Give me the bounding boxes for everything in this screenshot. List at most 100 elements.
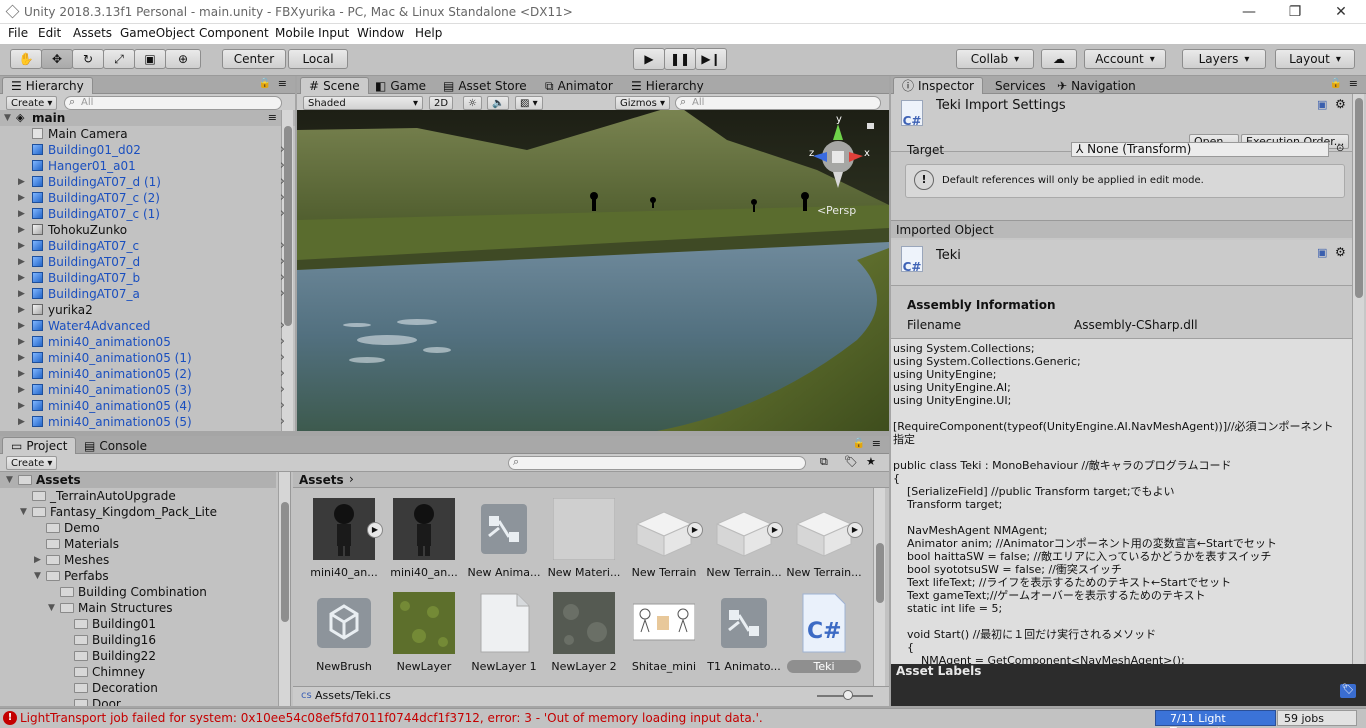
gizmos-dropdown[interactable]: Gizmos ▾ [615, 96, 671, 110]
hierarchy-item[interactable]: ▶ yurika2 [0, 302, 295, 318]
lighting-toggle-icon[interactable]: ☼ [463, 96, 482, 110]
prefab-open-chevron-icon[interactable]: › [280, 382, 285, 398]
menu-component[interactable]: Component [199, 26, 269, 40]
prefab-open-chevron-icon[interactable]: › [280, 238, 285, 254]
layout-dropdown[interactable]: Layout [1275, 49, 1355, 69]
search-by-label-icon[interactable]: 🏷 [844, 455, 858, 468]
prefab-open-chevron-icon[interactable]: › [280, 206, 285, 222]
shading-mode-dropdown[interactable]: Shaded ▾ [303, 96, 423, 110]
tab-services[interactable]: Services [987, 77, 1054, 94]
prefab-open-chevron-icon[interactable]: › [280, 398, 285, 414]
expand-asset-play-icon[interactable]: ▶ [767, 522, 783, 538]
tab-scene[interactable]: # Scene [300, 77, 369, 94]
expand-triangle-icon[interactable]: ▶ [18, 318, 25, 334]
asset-item[interactable]: ▶ New Terrain [625, 498, 703, 584]
scale-tool-icon[interactable]: ⤢ [103, 49, 135, 69]
asset-item[interactable]: T1 Animato... [705, 592, 783, 678]
effects-toggle-icon[interactable]: ▨ ▾ [515, 96, 543, 110]
expand-triangle-icon[interactable]: ▶ [18, 174, 25, 190]
tree-scroll-thumb[interactable] [281, 502, 289, 622]
hierarchy-item[interactable]: ▶ BuildingAT07_c › [0, 238, 295, 254]
expand-asset-play-icon[interactable]: ▶ [847, 522, 863, 538]
expand-triangle-icon[interactable]: ▶ [18, 366, 25, 382]
folder-tree-item[interactable]: ▶ Meshes [0, 552, 276, 568]
hierarchy-item[interactable]: Hanger01_a01 › [0, 158, 295, 174]
restore-icon[interactable]: ❐ [1280, 2, 1310, 22]
folder-tree-item[interactable]: Decoration [0, 680, 276, 696]
label-tag-icon[interactable]: 🏷 [1340, 684, 1356, 698]
expand-triangle-icon[interactable]: ▼ [4, 110, 11, 126]
folder-tree-item[interactable]: Door [0, 696, 276, 706]
asset-item[interactable]: ▶ New Terrain... [705, 498, 783, 584]
tab-hierarchy[interactable]: ☰ Hierarchy [2, 77, 93, 94]
collab-dropdown[interactable]: Collab [956, 49, 1034, 69]
object-gear-icon[interactable]: ⚙ [1335, 245, 1346, 259]
hierarchy-item[interactable]: ▶ Water4Advanced › [0, 318, 295, 334]
hierarchy-item[interactable]: ▶ TohokuZunko [0, 222, 295, 238]
pivot-center-button[interactable]: Center [222, 49, 286, 69]
cloud-icon[interactable]: ☁ [1041, 49, 1077, 69]
assets-scroll-thumb[interactable] [876, 543, 884, 603]
folder-tree-item[interactable]: ▼ Main Structures [0, 600, 276, 616]
hierarchy-item[interactable]: ▶ BuildingAT07_d › [0, 254, 295, 270]
expand-triangle-icon[interactable]: ▶ [18, 206, 25, 222]
scene-menu-icon[interactable]: ≡ [268, 110, 277, 126]
expand-triangle-icon[interactable]: ▶ [18, 398, 25, 414]
favorites-star-icon[interactable]: ★ [866, 455, 876, 468]
prefab-open-chevron-icon[interactable]: › [280, 142, 285, 158]
collapse-triangle-icon[interactable]: ▶ [34, 552, 41, 568]
asset-item[interactable]: NewBrush [305, 592, 383, 678]
layers-dropdown[interactable]: Layers [1182, 49, 1266, 69]
hierarchy-item[interactable]: ▶ mini40_animation05 (4) › [0, 398, 295, 414]
expand-triangle-icon[interactable]: ▶ [18, 286, 25, 302]
status-error-message[interactable]: LightTransport job failed for system: 0x… [20, 711, 763, 725]
expand-triangle-icon[interactable]: ▼ [34, 568, 41, 584]
expand-triangle-icon[interactable]: ▼ [20, 504, 27, 520]
project-menu-icon[interactable]: ≡ [872, 437, 881, 450]
asset-item[interactable]: NewLayer [385, 592, 463, 678]
hierarchy-item[interactable]: ▶ BuildingAT07_b › [0, 270, 295, 286]
menu-gameobject[interactable]: GameObject [120, 26, 195, 40]
prefab-open-chevron-icon[interactable]: › [280, 286, 285, 302]
project-search-input[interactable] [508, 456, 806, 470]
hierarchy-item[interactable]: ▶ mini40_animation05 (1) › [0, 350, 295, 366]
expand-triangle-icon[interactable]: ▶ [18, 350, 25, 366]
tab-navigation[interactable]: ✈ Navigation [1049, 77, 1144, 94]
folder-tree-item[interactable]: _TerrainAutoUpgrade [0, 488, 276, 504]
expand-triangle-icon[interactable]: ▶ [18, 238, 25, 254]
scene-search-input[interactable]: All [675, 96, 881, 110]
asset-item[interactable]: NewLayer 2 [545, 592, 623, 678]
inspector-scrollbar[interactable] [1352, 94, 1364, 664]
rect-tool-icon[interactable]: ▣ [134, 49, 166, 69]
folder-tree-item[interactable]: ▼ Assets [0, 472, 276, 488]
menu-help[interactable]: Help [415, 26, 442, 40]
object-help-icon[interactable]: ▣ [1317, 246, 1327, 259]
account-dropdown[interactable]: Account [1084, 49, 1166, 69]
hierarchy-item[interactable]: ▶ BuildingAT07_d (1) › [0, 174, 295, 190]
menu-mobile-input[interactable]: Mobile Input [275, 26, 349, 40]
tab-asset-store[interactable]: ▤ Asset Store [435, 77, 535, 94]
hierarchy-item[interactable]: ▶ mini40_animation05 › [0, 334, 295, 350]
menu-file[interactable]: File [8, 26, 28, 40]
expand-triangle-icon[interactable]: ▶ [18, 414, 25, 430]
folder-tree-item[interactable]: ▼ Fantasy_Kingdom_Pack_Lite [0, 504, 276, 520]
hierarchy-create-dropdown[interactable]: Create ▾ [6, 96, 58, 110]
menu-assets[interactable]: Assets [73, 26, 112, 40]
rotate-tool-icon[interactable]: ↻ [72, 49, 104, 69]
tab-console[interactable]: ▤ Console [76, 437, 155, 454]
folder-tree-item[interactable]: Materials [0, 536, 276, 552]
asset-item[interactable]: ▶ mini40_an... [305, 498, 383, 584]
prefab-open-chevron-icon[interactable]: › [280, 254, 285, 270]
inspector-scroll-thumb[interactable] [1355, 98, 1363, 298]
prefab-open-chevron-icon[interactable]: › [280, 334, 285, 350]
hierarchy-item[interactable]: Main Camera [0, 126, 295, 142]
hand-tool-icon[interactable]: ✋ [10, 49, 42, 69]
asset-item[interactable]: New Anima... [465, 498, 543, 584]
project-create-dropdown[interactable]: Create ▾ [6, 456, 58, 470]
hierarchy-item[interactable]: ▶ mini40_animation05 (2) › [0, 366, 295, 382]
panel-menu-icon[interactable]: ≡ [278, 77, 287, 90]
asset-item[interactable]: C# Teki [785, 592, 863, 678]
hierarchy-item[interactable]: ▶ mini40_animation05 (3) › [0, 382, 295, 398]
folder-tree-item[interactable]: Demo [0, 520, 276, 536]
inspector-menu-icon[interactable]: ≡ [1349, 77, 1358, 90]
